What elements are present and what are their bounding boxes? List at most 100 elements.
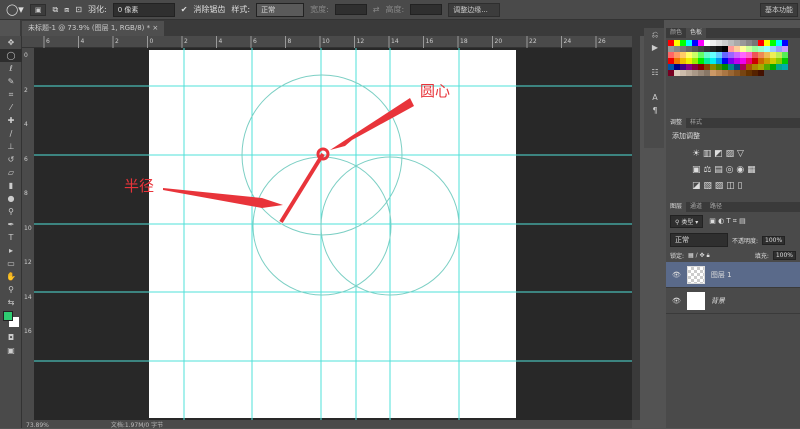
swatch[interactable] [782, 64, 788, 70]
canvas-area[interactable]: 圆心 半径 [34, 48, 632, 420]
ruler-tick-label: 16 [24, 328, 32, 335]
quick-mask-icon[interactable]: ◘ [0, 331, 22, 344]
swatch[interactable] [758, 70, 764, 76]
document-title: 未标题-1 @ 73.9% (图层 1, RGB/8) * [28, 24, 151, 32]
hand-tool-icon[interactable]: ✋ [0, 270, 22, 283]
style-select[interactable]: 正常 [256, 2, 305, 17]
ruler-tick-label: 8 [24, 190, 28, 197]
close-tab-icon[interactable]: × [152, 24, 158, 32]
move-tool-icon[interactable]: ✥ [0, 36, 22, 49]
height-input[interactable] [410, 4, 443, 15]
blend-mode-select[interactable]: 正常 [670, 233, 728, 247]
ruler-tick-label: 4 [81, 38, 85, 45]
shape-tool-icon[interactable]: ▭ [0, 257, 22, 270]
ruler-left: 0 2 4 6 8 10 12 14 16 [22, 48, 34, 420]
character-icon[interactable]: A [644, 91, 666, 104]
ruler-tick-label: 12 [24, 259, 32, 266]
screen-mode-icon[interactable]: ▣ [0, 344, 22, 357]
lasso-tool-icon[interactable]: ℓ [0, 62, 22, 75]
tab-color[interactable]: 颜色 [666, 28, 686, 38]
stamp-tool-icon[interactable]: ⊥ [0, 140, 22, 153]
width-label: 宽度: [310, 5, 329, 14]
style-label: 样式: [231, 5, 251, 14]
document-tab[interactable]: 未标题-1 @ 73.9% (图层 1, RGB/8) * × [22, 21, 165, 36]
subtract-selection-button[interactable]: ⧈ [64, 5, 69, 15]
ruler-tick-label: 4 [219, 38, 223, 45]
eyedropper-tool-icon[interactable]: ⁄ [0, 101, 22, 114]
workspace-button[interactable]: 基本功能 [760, 2, 798, 17]
actions-icon[interactable]: ▶ [644, 41, 666, 54]
dodge-tool-icon[interactable]: ⚲ [0, 205, 22, 218]
fill-input[interactable]: 100% [772, 251, 796, 260]
swap-colors-icon[interactable]: ⇆ [0, 296, 22, 309]
antialias-checkbox[interactable]: ✔ [181, 5, 188, 14]
quick-select-tool-icon[interactable]: ✎ [0, 75, 22, 88]
gradient-tool-icon[interactable]: ▮ [0, 179, 22, 192]
foreground-color[interactable] [3, 311, 13, 321]
ruler-tick-label: 10 [322, 38, 330, 45]
tab-swatches[interactable]: 色板 [686, 28, 707, 38]
tab-layers[interactable]: 图层 [666, 202, 687, 212]
layer-filter-select[interactable]: ⚲ 类型 ▾ [670, 215, 704, 228]
ruler-tick-label: 20 [495, 38, 503, 45]
opacity-label: 不透明度: [732, 237, 759, 245]
blur-tool-icon[interactable]: ● [0, 192, 22, 205]
lock-icons[interactable]: ▦ ∕ ✥ 🔒︎ [688, 252, 710, 260]
swap-icon[interactable]: ⇄ [373, 5, 380, 14]
adjustment-icons[interactable]: ☀ ▥ ◩ ▨ ▽ ▣ ⚖ ▤ ◎ ◉ ▦ ◪ ▧ ▨ ◫ ▯ [666, 144, 800, 196]
add-selection-button[interactable]: ⧉ [52, 5, 58, 15]
paragraph-icon[interactable]: ¶ [644, 104, 666, 117]
history-brush-icon[interactable]: ↺ [0, 153, 22, 166]
width-input[interactable] [334, 4, 367, 15]
ruler-tick-label: 6 [46, 38, 50, 45]
center-label: 圆心 [420, 82, 451, 100]
adjust-title: 添加调整 [672, 132, 700, 140]
opacity-input[interactable]: 100% [762, 235, 786, 245]
pen-tool-icon[interactable]: ✒ [0, 218, 22, 231]
type-tool-icon[interactable]: T [0, 231, 22, 244]
status-bar: 73.89% 文档:1.97M/0 字节 [22, 420, 632, 429]
filter-icons[interactable]: ▣ ◐ T ⌗ ▤ [709, 217, 745, 226]
healing-tool-icon[interactable]: ✚ [0, 114, 22, 127]
ruler-tick-label: 14 [24, 293, 32, 301]
ruler-tick-label: 26 [598, 38, 606, 45]
ruler-tick-label: 6 [24, 155, 28, 163]
ruler-tick-label: 8 [288, 38, 292, 45]
ruler-tick-label: 10 [24, 224, 32, 232]
tab-paths[interactable]: 路径 [706, 202, 726, 212]
color-swatches[interactable] [0, 309, 21, 331]
marquee-ellipse-icon[interactable]: ◯▾ [6, 3, 24, 16]
brush-tool-icon[interactable]: ∕ [0, 127, 22, 140]
path-select-icon[interactable]: ▸ [0, 244, 22, 257]
filter-value: 类型 [681, 219, 694, 226]
zoom-tool-icon[interactable]: ⚲ [0, 283, 22, 296]
eraser-tool-icon[interactable]: ▱ [0, 166, 22, 179]
swatches-grid[interactable] [666, 38, 800, 78]
radius-label: 半径 [124, 177, 155, 195]
new-selection-button[interactable]: ▣ [29, 3, 47, 16]
marquee-tool-icon[interactable]: ◯ [0, 49, 22, 62]
properties-icon[interactable]: ☷ [644, 66, 666, 79]
vertical-scrollbar[interactable] [632, 36, 640, 420]
ruler-tick-label: 4 [24, 121, 28, 128]
layer-row-background[interactable]: 👁︎ 背景 [666, 288, 800, 314]
ruler-tick-label: 12 [357, 38, 365, 45]
visibility-eye-icon[interactable]: 👁︎ [672, 297, 681, 305]
visibility-eye-icon[interactable]: 👁︎ [672, 271, 681, 279]
refine-edge-button[interactable]: 调整边缘... [448, 2, 501, 17]
layer-name: 背景 [710, 296, 725, 305]
tools-panel: ✥ ◯ ℓ ✎ ⌗ ⁄ ✚ ∕ ⊥ ↺ ▱ ▮ ● ⚲ ✒ T ▸ ▭ ✋ ⚲ … [0, 36, 22, 428]
ruler-tick-label: 24 [564, 38, 572, 45]
ruler-tick-label: 16 [426, 38, 434, 45]
ruler-top: 6 4 2 0 2 4 6 8 10 12 14 16 18 20 22 24 26 [22, 36, 632, 48]
history-icon[interactable]: ⎌ [644, 28, 666, 41]
crop-tool-icon[interactable]: ⌗ [0, 88, 22, 101]
ruler-tick-label: 14 [391, 38, 399, 45]
antialias-label: 消除锯齿 [193, 5, 226, 14]
tab-adjustments[interactable]: 调整 [666, 118, 687, 128]
tab-channels[interactable]: 通道 [686, 202, 706, 212]
tab-styles[interactable]: 样式 [686, 118, 706, 128]
feather-input[interactable]: 0 像素 [112, 2, 175, 17]
intersect-selection-button[interactable]: ⊡ [75, 5, 82, 14]
layer-row-layer1[interactable]: 👁︎ 图层 1 [666, 262, 800, 288]
